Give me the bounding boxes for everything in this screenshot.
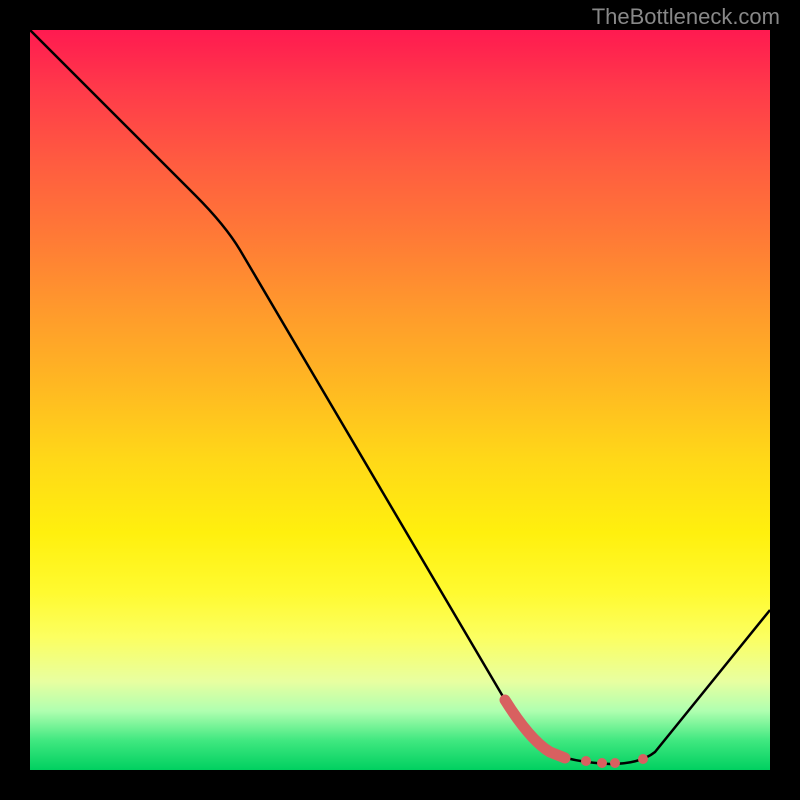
watermark-text: TheBottleneck.com — [592, 4, 780, 30]
main-curve — [30, 30, 770, 764]
chart-svg — [30, 30, 770, 770]
plot-area — [30, 30, 770, 770]
highlight-dot — [597, 758, 607, 768]
highlight-dot — [581, 756, 591, 766]
highlight-dot — [638, 754, 648, 764]
highlight-dot — [610, 758, 620, 768]
highlight-segment — [505, 700, 565, 758]
